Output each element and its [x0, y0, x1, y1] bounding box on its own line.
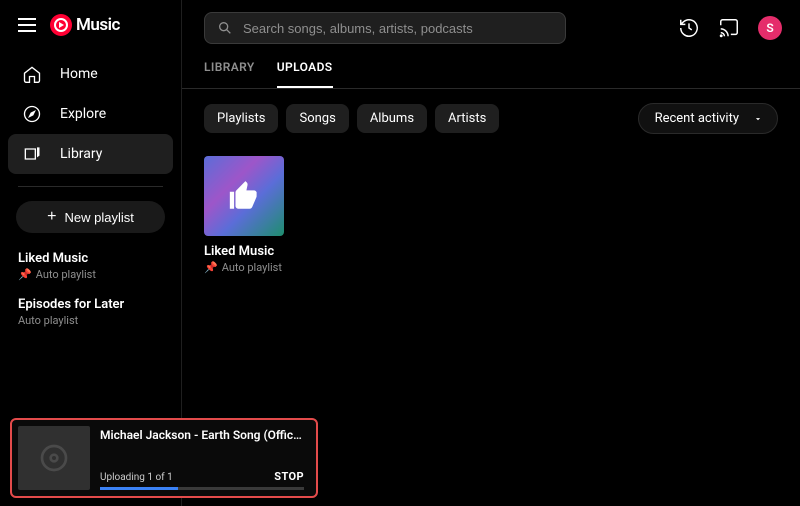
- chip-artists[interactable]: Artists: [435, 104, 499, 133]
- search-input[interactable]: [243, 21, 553, 36]
- library-icon: [22, 144, 42, 164]
- chip-albums[interactable]: Albums: [357, 104, 427, 133]
- sidebar-item-label: Explore: [60, 106, 106, 122]
- sidebar-playlist-title: Episodes for Later: [18, 297, 163, 312]
- disc-icon: [38, 442, 70, 474]
- sidebar-item-label: Library: [60, 146, 102, 162]
- history-button[interactable]: [678, 17, 700, 39]
- card-sub: Auto playlist: [222, 261, 282, 274]
- tab-library[interactable]: LIBRARY: [204, 54, 255, 88]
- sidebar-playlist-title: Liked Music: [18, 251, 163, 266]
- history-icon: [678, 17, 700, 39]
- tab-uploads[interactable]: UPLOADS: [277, 54, 333, 88]
- sidebar-playlist-sub: Auto playlist: [36, 268, 96, 281]
- sort-dropdown[interactable]: Recent activity: [638, 103, 778, 134]
- upload-progress-bar: [100, 487, 304, 490]
- card-title: Liked Music: [204, 244, 284, 259]
- avatar-initial: S: [766, 21, 773, 35]
- upload-stop-button[interactable]: STOP: [274, 470, 304, 483]
- sidebar-playlist-liked-music[interactable]: Liked Music 📌 Auto playlist: [18, 251, 163, 281]
- avatar[interactable]: S: [758, 16, 782, 40]
- upload-status: Uploading 1 of 1: [100, 472, 173, 483]
- sidebar-item-home[interactable]: Home: [8, 54, 173, 94]
- chip-playlists[interactable]: Playlists: [204, 104, 278, 133]
- pin-icon: 📌: [18, 268, 32, 281]
- sort-label: Recent activity: [655, 111, 739, 126]
- playlist-card-liked-music[interactable]: Liked Music 📌 Auto playlist: [204, 156, 284, 274]
- sidebar-playlist-sub: Auto playlist: [18, 314, 78, 327]
- chevron-down-icon: [753, 114, 763, 124]
- upload-widget: Michael Jackson - Earth Song (Offici… Up…: [10, 418, 318, 498]
- upload-title: Michael Jackson - Earth Song (Offici…: [100, 428, 304, 442]
- plus-icon: +: [47, 209, 56, 225]
- sidebar-item-label: Home: [60, 66, 98, 82]
- menu-button[interactable]: [18, 18, 36, 32]
- divider: [18, 186, 163, 187]
- upload-thumbnail: [18, 426, 90, 490]
- cast-button[interactable]: [718, 17, 740, 39]
- logo-icon: [50, 14, 72, 36]
- pin-icon: 📌: [204, 261, 218, 274]
- search-box[interactable]: [204, 12, 566, 44]
- cast-icon: [718, 17, 740, 39]
- new-playlist-label: New playlist: [64, 210, 133, 225]
- home-icon: [22, 64, 42, 84]
- sidebar-item-explore[interactable]: Explore: [8, 94, 173, 134]
- search-icon: [217, 20, 233, 36]
- app-logo[interactable]: Music: [50, 14, 120, 36]
- logo-text: Music: [76, 15, 120, 35]
- sidebar-playlist-episodes-later[interactable]: Episodes for Later Auto playlist: [18, 297, 163, 327]
- chip-songs[interactable]: Songs: [286, 104, 348, 133]
- compass-icon: [22, 104, 42, 124]
- sidebar-item-library[interactable]: Library: [8, 134, 173, 174]
- thumbs-up-icon: [227, 179, 261, 213]
- new-playlist-button[interactable]: + New playlist: [16, 201, 165, 233]
- playlist-thumb: [204, 156, 284, 236]
